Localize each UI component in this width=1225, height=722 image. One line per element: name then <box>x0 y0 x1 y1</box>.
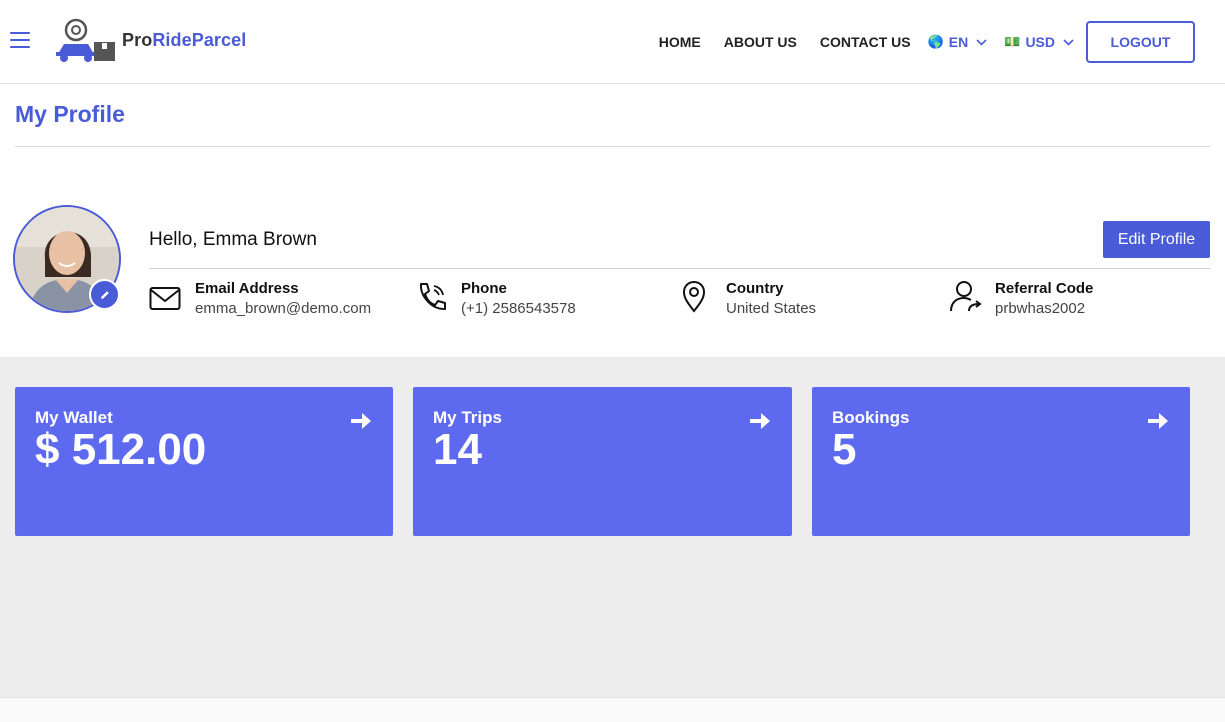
language-value: EN <box>948 34 969 50</box>
country-info: Country United States <box>680 280 816 320</box>
email-info: Email Address emma_brown@demo.com <box>149 280 371 320</box>
edit-avatar-button[interactable] <box>89 279 120 310</box>
bookings-card-value: 5 <box>832 425 857 474</box>
footer-strip <box>0 697 1225 722</box>
referral-info: Referral Code prbwhas2002 <box>949 280 1093 320</box>
page-title: My Profile <box>15 101 125 127</box>
language-selector[interactable]: 🌎 EN <box>928 34 988 50</box>
stats-cards: My Wallet $ 512.00 My Trips 14 Bookings … <box>0 357 1225 697</box>
divider <box>15 146 1210 147</box>
phone-label: Phone <box>461 280 507 297</box>
profile-section: My Profile Hello, Emma Brown Edit Profil… <box>0 84 1225 357</box>
brand-name: ProRideParcel <box>122 30 246 51</box>
country-value: United States <box>726 300 817 317</box>
menu-icon[interactable] <box>10 32 30 50</box>
referral-value: prbwhas2002 <box>995 300 1086 317</box>
email-value: emma_brown@demo.com <box>195 300 372 317</box>
brand-name-prefix: Pro <box>122 29 153 50</box>
pencil-icon <box>100 290 109 299</box>
logout-button[interactable]: LOGOUT <box>1086 21 1195 63</box>
referral-label: Referral Code <box>995 280 1094 297</box>
currency-selector[interactable]: 💵 USD <box>1004 34 1074 50</box>
logo-mark-icon <box>56 18 115 62</box>
brand-logo[interactable]: ProRideParcel <box>54 18 246 62</box>
wallet-card[interactable]: My Wallet $ 512.00 <box>15 387 393 536</box>
edit-profile-button[interactable]: Edit Profile <box>1103 221 1210 258</box>
money-icon: 💵 <box>1004 34 1021 49</box>
nav-home-link[interactable]: HOME <box>659 34 701 50</box>
trips-card[interactable]: My Trips 14 <box>413 387 792 536</box>
location-pin-icon <box>682 280 706 313</box>
wallet-card-value: $ 512.00 <box>35 425 207 474</box>
globe-icon: 🌎 <box>927 34 944 49</box>
main-nav: HOME ABOUT US CONTACT US 🌎 EN 💵 USD LOGO… <box>659 21 1195 63</box>
phone-info: Phone (+1) 2586543578 <box>415 280 576 320</box>
chevron-down-icon <box>976 38 987 46</box>
arrow-right-icon <box>750 413 770 429</box>
arrow-right-icon <box>1148 413 1168 429</box>
bookings-card[interactable]: Bookings 5 <box>812 387 1190 536</box>
currency-value: USD <box>1025 34 1055 50</box>
greeting: Hello, Emma Brown <box>149 229 317 250</box>
envelope-icon <box>149 287 181 310</box>
nav-about-link[interactable]: ABOUT US <box>724 34 797 50</box>
trips-card-value: 14 <box>433 425 482 474</box>
country-label: Country <box>726 280 784 297</box>
divider <box>149 268 1210 269</box>
brand-name-suffix: RideParcel <box>152 29 247 50</box>
user-share-icon <box>950 281 982 312</box>
nav-contact-link[interactable]: CONTACT US <box>820 34 911 50</box>
email-label: Email Address <box>195 280 299 297</box>
chevron-down-icon <box>1063 38 1074 46</box>
phone-value: (+1) 2586543578 <box>461 300 576 317</box>
arrow-right-icon <box>351 413 371 429</box>
top-navbar: ProRideParcel HOME ABOUT US CONTACT US 🌎… <box>0 0 1225 84</box>
phone-icon <box>419 283 446 311</box>
